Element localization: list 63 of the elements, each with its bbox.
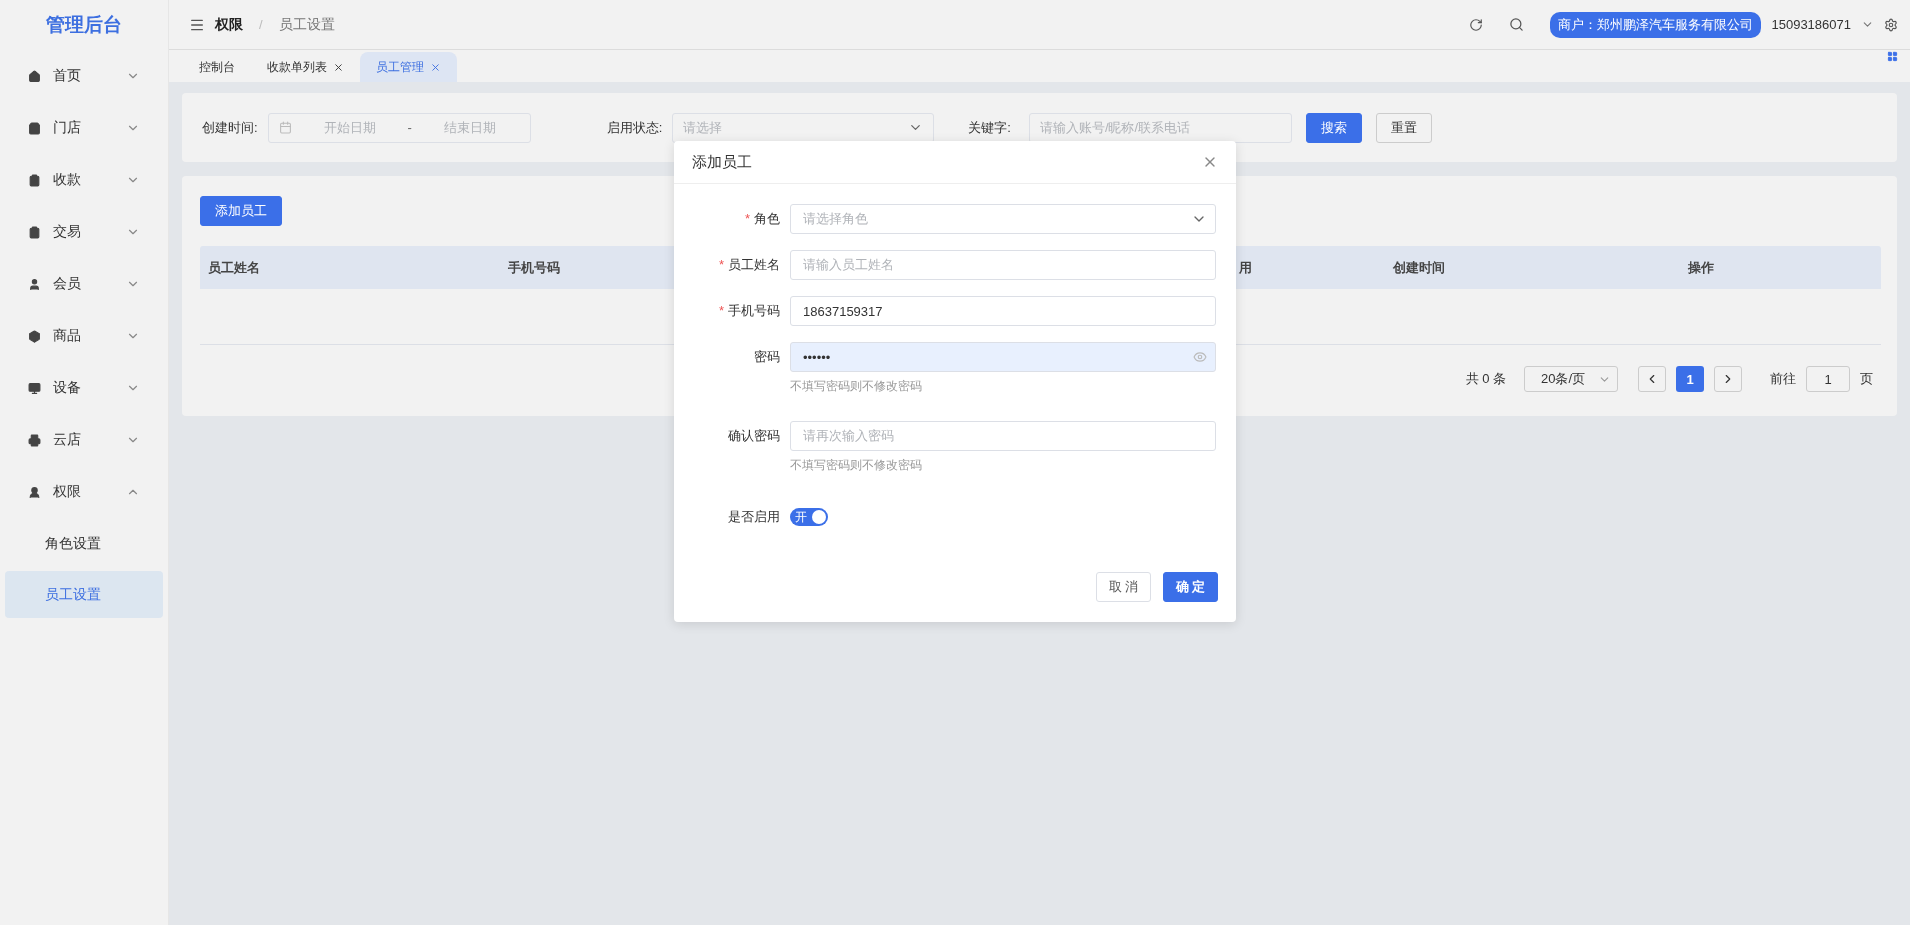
add-employee-button[interactable]: 添加员工 [200, 196, 282, 226]
column-header: 创建时间 [1393, 258, 1445, 277]
merchant-badge: 商户：郑州鹏泽汽车服务有限公司 [1550, 11, 1762, 38]
field-label: 是否启用 [727, 508, 780, 526]
clipboard-icon [28, 225, 41, 239]
monitor-icon [28, 381, 41, 395]
field-label: * 员工姓名 [717, 256, 780, 274]
confirm-button[interactable]: 确 定 [1163, 572, 1218, 602]
page-tab[interactable]: 收款单列表 [251, 52, 360, 82]
cancel-button[interactable]: 取 消 [1096, 572, 1151, 602]
field-hint: 不填写密码则不修改密码 [790, 457, 923, 474]
sidebar-item[interactable]: 首页 [0, 50, 168, 102]
page-size-select[interactable]: 20条/页 [1524, 366, 1618, 392]
refresh-icon[interactable] [1469, 17, 1484, 32]
settings-icon[interactable] [1884, 17, 1898, 32]
field-label: 创建时间: [202, 118, 258, 137]
field-label: * 角色 [743, 210, 780, 228]
column-header: 员工姓名 [208, 258, 260, 277]
search-icon[interactable] [1509, 17, 1525, 32]
user-menu[interactable]: 15093186071 [1771, 17, 1851, 32]
page-tab[interactable]: 控制台 [183, 52, 251, 82]
field-label: * 手机号码 [717, 302, 780, 320]
dialog-title: 添加员工 [692, 152, 752, 172]
page-button[interactable]: 1 [1676, 366, 1704, 392]
close-icon[interactable] [333, 61, 344, 73]
page-tab[interactable]: 员工管理 [360, 52, 457, 82]
breadcrumb-item[interactable]: 权限 [215, 15, 243, 34]
enable-switch[interactable]: 开 [790, 508, 828, 526]
input-field[interactable]: 18637159317 [790, 296, 1216, 326]
reset-button[interactable]: 重置 [1375, 112, 1432, 143]
goto-label: 前往 [1770, 370, 1796, 388]
sidebar-item[interactable]: 交易 [0, 206, 168, 258]
sidebar-item[interactable]: 设备 [0, 362, 168, 414]
sidebar-item[interactable]: 云店 [0, 414, 168, 466]
password-field[interactable]: •••••• [790, 342, 1216, 372]
sidebar-item[interactable]: 门店 [0, 102, 168, 154]
sidebar-item[interactable]: 收款 [0, 154, 168, 206]
column-header: 手机号码 [508, 258, 560, 277]
field-label: 密码 [753, 348, 780, 366]
page-suffix: 页 [1860, 370, 1873, 388]
field-label: 启用状态: [606, 118, 663, 137]
sidebar-item[interactable]: 商品 [0, 310, 168, 362]
search-button[interactable]: 搜索 [1305, 112, 1362, 143]
sidebar-subitem[interactable]: 员工设置 [5, 571, 163, 618]
sidebar-subitem[interactable]: 角色设置 [5, 520, 163, 567]
field-label: 关键字: [968, 118, 1011, 137]
sidebar-item[interactable]: 会员 [0, 258, 168, 310]
app-logo: 管理后台 [45, 13, 123, 37]
column-header: 用 [1239, 258, 1252, 277]
home-icon [28, 69, 41, 83]
column-header: 操作 [1688, 258, 1714, 277]
date-range-field[interactable]: 开始日期 - 结束日期 [267, 112, 531, 143]
breadcrumb-item: 员工设置 [278, 15, 335, 34]
breadcrumb-separator: / [259, 17, 263, 32]
field-label: 确认密码 [727, 427, 780, 445]
user-icon [28, 277, 41, 291]
grid-icon[interactable] [1887, 51, 1898, 62]
field-hint: 不填写密码则不修改密码 [790, 378, 923, 395]
goto-page-field[interactable]: 1 [1806, 366, 1850, 392]
user-icon [28, 485, 41, 499]
sidebar-item[interactable]: 权限 [0, 466, 168, 518]
total-count: 共 0 条 [1465, 370, 1506, 388]
calendar-icon [278, 121, 292, 134]
